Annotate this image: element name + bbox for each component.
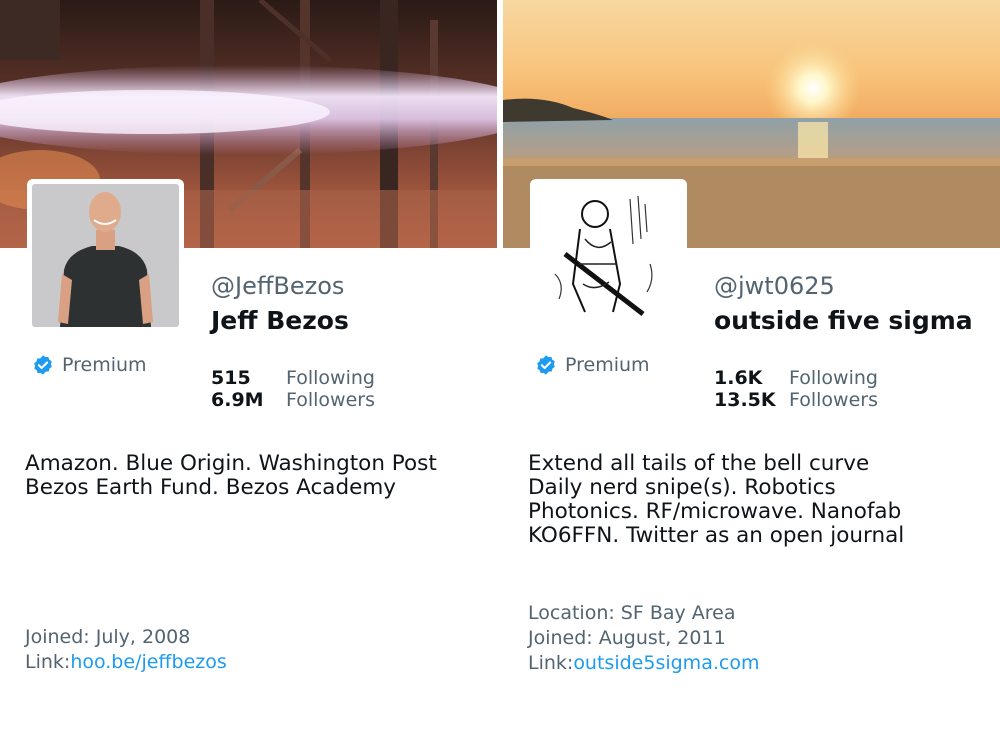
profile-link-row: Link:hoo.be/jeffbezos [25, 650, 227, 675]
premium-label: Premium [565, 354, 650, 376]
bio-line: Daily nerd snipe(s). Robotics [528, 475, 836, 500]
premium-label: Premium [62, 354, 147, 376]
bio-line: KO6FFN. Twitter as an open journal [528, 523, 905, 548]
profile-meta: Location: SF Bay Area Joined: August, 20… [528, 601, 759, 676]
profile-handle: @jwt0625 [714, 272, 835, 300]
profile-link[interactable]: hoo.be/jeffbezos [70, 651, 226, 673]
profile-link[interactable]: outside5sigma.com [573, 652, 759, 674]
following-count: 1.6K [714, 367, 763, 389]
following-label: Following [286, 367, 375, 389]
profile-display-name: outside five sigma [714, 306, 973, 335]
avatar[interactable] [530, 179, 687, 332]
profile-handle: @JeffBezos [211, 272, 345, 300]
joined-date: Joined: July, 2008 [25, 626, 191, 648]
following-label: Following [789, 367, 878, 389]
profile-link-row: Link:outside5sigma.com [528, 651, 759, 676]
link-label: Link: [528, 652, 574, 674]
profile-bio: Amazon. Blue Origin. Washington Post Bez… [25, 452, 437, 500]
bio-line: Extend all tails of the bell curve [528, 451, 870, 476]
link-label: Link: [25, 651, 71, 673]
profile-meta: Joined: July, 2008 Link:hoo.be/jeffbezos [25, 625, 227, 675]
bio-line: Bezos Earth Fund. Bezos Academy [25, 475, 397, 500]
followers-count: 6.9M [211, 389, 264, 411]
profile-display-name: Jeff Bezos [211, 306, 349, 335]
verified-badge-icon [34, 355, 52, 375]
verified-badge-icon [537, 355, 555, 375]
following-stat[interactable]: 515 Following [211, 367, 375, 389]
profile-stats: 1.6K Following 13.5K Followers [714, 367, 878, 411]
premium-badge: Premium [32, 354, 147, 376]
avatar[interactable] [27, 179, 184, 332]
profile-stats: 515 Following 6.9M Followers [211, 367, 375, 411]
premium-badge: Premium [535, 354, 650, 376]
followers-stat[interactable]: 13.5K Followers [714, 389, 878, 411]
profile-card-jwt0625: @jwt0625 outside five sigma Premium 1.6K… [503, 0, 1000, 745]
bio-line: Photonics. RF/microwave. Nanofab [528, 499, 902, 524]
joined-date: Joined: August, 2011 [528, 627, 726, 649]
followers-stat[interactable]: 6.9M Followers [211, 389, 375, 411]
location: Location: SF Bay Area [528, 602, 736, 624]
followers-label: Followers [286, 389, 375, 411]
following-stat[interactable]: 1.6K Following [714, 367, 878, 389]
followers-count: 13.5K [714, 389, 776, 411]
bio-line: Amazon. Blue Origin. Washington Post [25, 451, 437, 476]
profile-card-jeffbezos: @JeffBezos Jeff Bezos Premium 515 Follow… [0, 0, 497, 745]
profile-bio: Extend all tails of the bell curve Daily… [528, 452, 904, 548]
following-count: 515 [211, 367, 251, 389]
followers-label: Followers [789, 389, 878, 411]
